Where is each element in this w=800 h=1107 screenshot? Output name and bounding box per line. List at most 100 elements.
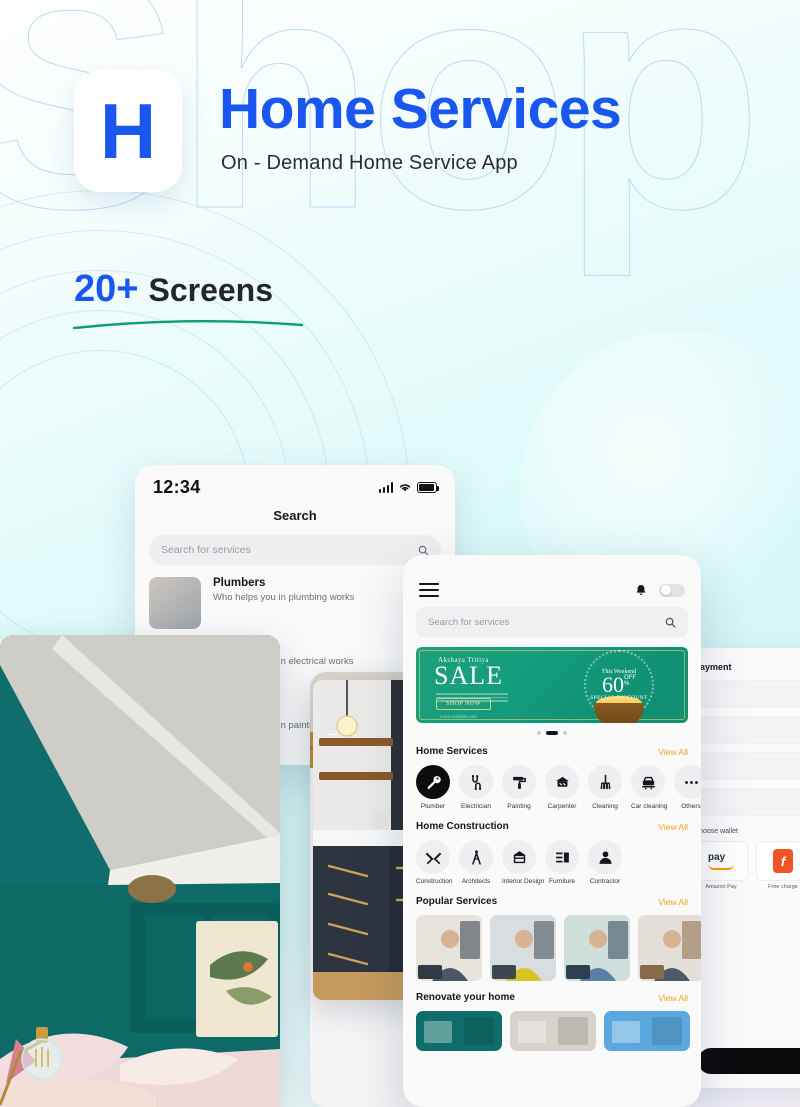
- popular-service-card[interactable]: [490, 915, 556, 981]
- home-header: [403, 555, 701, 597]
- search-icon: [418, 545, 429, 555]
- carousel-dot[interactable]: [537, 731, 541, 735]
- banner-cta[interactable]: SHOP NOW: [436, 698, 491, 710]
- category-cleaning[interactable]: Cleaning: [588, 765, 622, 810]
- theme-toggle[interactable]: [659, 583, 685, 597]
- home-search-input[interactable]: Search for services: [416, 607, 688, 637]
- payment-screen-mockup: Payment Choose wallet pay Amazon Pay f F…: [688, 648, 800, 1088]
- category-label: Electrician: [461, 803, 491, 810]
- screens-underline-swoosh: [72, 319, 304, 330]
- promo-banner[interactable]: Akshaya Tritiya SALE SHOP NOW www.websit…: [416, 647, 688, 723]
- wifi-icon: [399, 484, 411, 492]
- banner-badge-value: 60: [602, 671, 624, 697]
- renovate-card[interactable]: [416, 1011, 502, 1051]
- screens-label: Screens: [148, 272, 273, 308]
- category-label: Architects: [461, 878, 491, 885]
- pay-button[interactable]: Pay: [698, 1048, 800, 1074]
- wallet-label: Choose wallet: [694, 828, 738, 835]
- person-icon: [588, 840, 622, 874]
- menu-icon[interactable]: [419, 583, 439, 597]
- category-label: Interior Design: [502, 878, 545, 885]
- home-search-placeholder: Search for services: [428, 616, 510, 628]
- payment-method-row[interactable]: [694, 680, 800, 708]
- search-icon: [665, 617, 676, 627]
- screens-count: 20+: [74, 268, 139, 310]
- payment-method-row[interactable]: [694, 752, 800, 780]
- screens-count-line: 20+ Screens: [74, 268, 273, 311]
- wrench-icon: [416, 765, 450, 799]
- broom-icon: [588, 765, 622, 799]
- search-placeholder: Search for services: [161, 544, 251, 556]
- wallet-freecharge-label: Free charge: [768, 884, 798, 890]
- banner-url: www.website.com: [440, 715, 477, 720]
- status-icons: [378, 482, 440, 493]
- carousel-dot[interactable]: [563, 731, 567, 735]
- carousel-dots[interactable]: [403, 731, 701, 735]
- category-label: Painting: [507, 803, 531, 810]
- payment-method-row[interactable]: [694, 716, 800, 744]
- kitchen-back-arrow-icon[interactable]: ←: [325, 724, 341, 742]
- popular-services-header: Popular Services View All: [403, 896, 701, 907]
- wallet-freecharge[interactable]: f: [756, 841, 800, 881]
- result-thumbnail: [149, 577, 201, 629]
- payment-method-list: [688, 680, 800, 816]
- popular-services-row[interactable]: [403, 907, 701, 981]
- wallet-amazon-pay[interactable]: pay: [694, 841, 748, 881]
- category-car cleaning[interactable]: Car cleaning: [631, 765, 668, 810]
- compass-icon: [459, 840, 493, 874]
- popular-services-view-all[interactable]: View All: [658, 897, 688, 907]
- section-header: Home Services View All: [403, 746, 701, 757]
- home-sections: Home Services View All Plumber Electrici…: [403, 746, 701, 885]
- category-row[interactable]: Plumber Electrician Painting Carpenter C…: [403, 757, 701, 810]
- freecharge-mark: f: [773, 849, 793, 873]
- category-label: Plumber: [420, 803, 446, 810]
- search-input[interactable]: Search for services: [149, 535, 441, 565]
- renovate-card[interactable]: [604, 1011, 690, 1051]
- category-architects[interactable]: Architects: [459, 840, 493, 885]
- search-screen-title: Search: [273, 508, 317, 523]
- page-title: Home Services: [219, 77, 622, 141]
- popular-service-card[interactable]: [638, 915, 701, 981]
- interior-icon: [502, 840, 536, 874]
- renovate-row[interactable]: [403, 1003, 701, 1051]
- category-furniture[interactable]: Furniture: [545, 840, 579, 885]
- category-label: Car cleaning: [631, 803, 668, 810]
- payment-method-row[interactable]: [694, 788, 800, 816]
- section-title: Home Services: [416, 746, 488, 757]
- popular-service-card[interactable]: [416, 915, 482, 981]
- category-others[interactable]: Others: [674, 765, 701, 810]
- category-label: Furniture: [548, 878, 575, 885]
- category-construction[interactable]: Construction: [416, 840, 453, 885]
- page-subtitle: On - Demand Home Service App: [221, 152, 518, 174]
- furniture-icon: [545, 840, 579, 874]
- app-logo-badge: H: [74, 70, 182, 192]
- section-view-all[interactable]: View All: [658, 822, 688, 832]
- renovate-card[interactable]: [510, 1011, 596, 1051]
- category-interior design[interactable]: Interior Design: [502, 840, 545, 885]
- home-screen-mockup: Search for services Akshaya Tritiya SALE…: [403, 555, 701, 1107]
- carousel-dot[interactable]: [546, 731, 558, 735]
- amazon-pay-mark: pay: [708, 851, 726, 863]
- status-bar: 12:34: [135, 465, 455, 502]
- category-row[interactable]: Construction Architects Interior Design …: [403, 832, 701, 885]
- section-view-all[interactable]: View All: [658, 747, 688, 757]
- category-label: Others: [681, 803, 701, 810]
- car-wash-icon: [631, 765, 665, 799]
- banner-badge-percent: %: [624, 680, 630, 687]
- paint-roller-icon: [502, 765, 536, 799]
- popular-services-title: Popular Services: [416, 896, 498, 907]
- category-contractor[interactable]: Contractor: [588, 840, 622, 885]
- renovate-title: Renovate your home: [416, 992, 515, 1003]
- bell-icon[interactable]: [635, 584, 647, 597]
- result-title: Plumbers: [213, 577, 266, 589]
- category-plumber[interactable]: Plumber: [416, 765, 450, 810]
- renovate-view-all[interactable]: View All: [658, 993, 688, 1003]
- category-electrician[interactable]: Electrician: [459, 765, 493, 810]
- category-carpenter[interactable]: Carpenter: [545, 765, 579, 810]
- category-painting[interactable]: Painting: [502, 765, 536, 810]
- status-time: 12:34: [153, 477, 201, 497]
- category-label: Cleaning: [592, 803, 618, 810]
- category-label: Construction: [416, 878, 453, 885]
- popular-service-card[interactable]: [564, 915, 630, 981]
- section-title: Home Construction: [416, 821, 509, 832]
